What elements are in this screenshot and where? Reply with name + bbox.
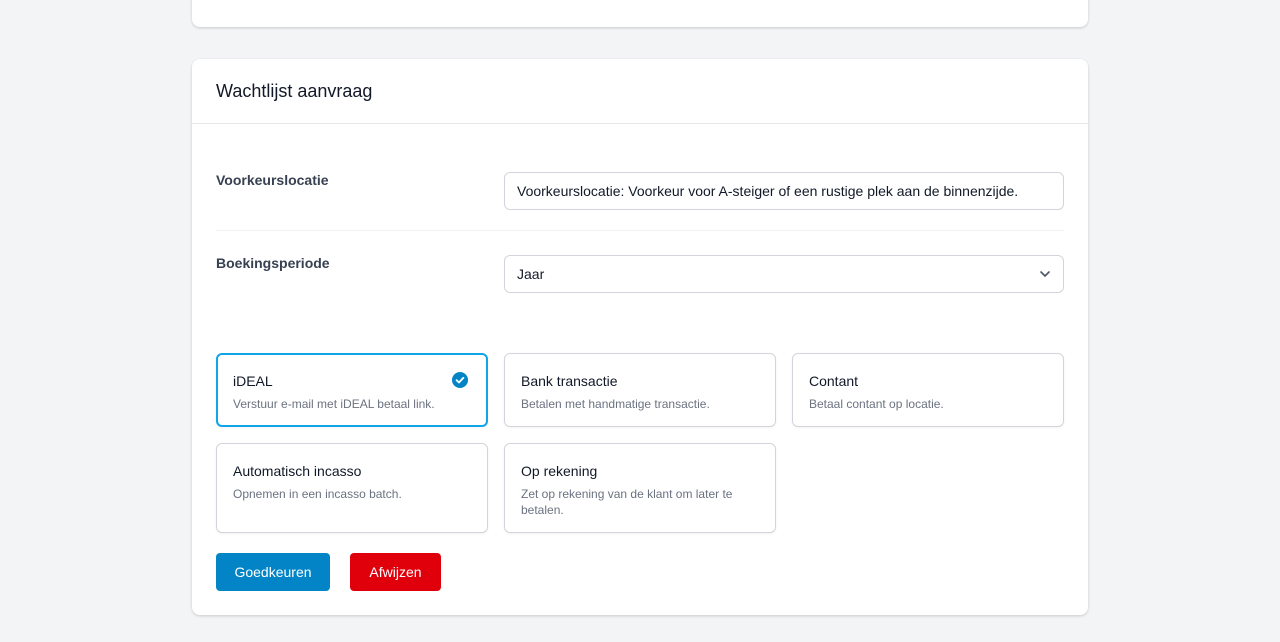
card-header: Wachtlijst aanvraag: [192, 59, 1088, 124]
waitlist-request-card: Wachtlijst aanvraag Voorkeurslocatie Voo…: [192, 59, 1088, 615]
period-label: Boekingsperiode: [216, 255, 330, 271]
card-title: Wachtlijst aanvraag: [216, 81, 373, 101]
payment-option-title: Op rekening: [521, 463, 598, 479]
previous-card: [192, 0, 1088, 27]
payment-option-description: Opnemen in een incasso batch.: [233, 487, 402, 501]
payment-option-description: Verstuur e-mail met iDEAL betaal link.: [233, 397, 435, 411]
check-circle-icon: [452, 372, 468, 388]
payment-option-cash[interactable]: Contant Betaal contant op locatie.: [792, 353, 1064, 427]
location-input[interactable]: Voorkeurslocatie: Voorkeur voor A-steige…: [504, 172, 1064, 210]
payment-option-description: Betalen met handmatige transactie.: [521, 397, 710, 411]
payment-option-on-account[interactable]: Op rekening Zet op rekening van de klant…: [504, 443, 776, 533]
payment-option-title: Automatisch incasso: [233, 463, 362, 479]
row-divider: [216, 230, 1064, 231]
payment-option-bank-transfer[interactable]: Bank transactie Betalen met handmatige t…: [504, 353, 776, 427]
approve-button[interactable]: Goedkeuren: [216, 553, 330, 591]
payment-option-ideal[interactable]: iDEAL Verstuur e-mail met iDEAL betaal l…: [216, 353, 488, 427]
payment-option-title: Contant: [809, 373, 859, 389]
reject-button[interactable]: Afwijzen: [350, 553, 441, 591]
payment-option-description: Betaal contant op locatie.: [809, 397, 944, 411]
payment-option-direct-debit[interactable]: Automatisch incasso Opnemen in een incas…: [216, 443, 488, 533]
payment-option-title: Bank transactie: [521, 373, 618, 389]
period-select[interactable]: Jaar: [504, 255, 1064, 293]
chevron-down-icon: [1040, 271, 1050, 277]
payment-option-title: iDEAL: [233, 373, 273, 389]
period-select-value: Jaar: [517, 266, 545, 282]
payment-option-description: Zet op rekening van de klant om later te…: [521, 487, 733, 517]
location-label: Voorkeurslocatie: [216, 172, 329, 188]
